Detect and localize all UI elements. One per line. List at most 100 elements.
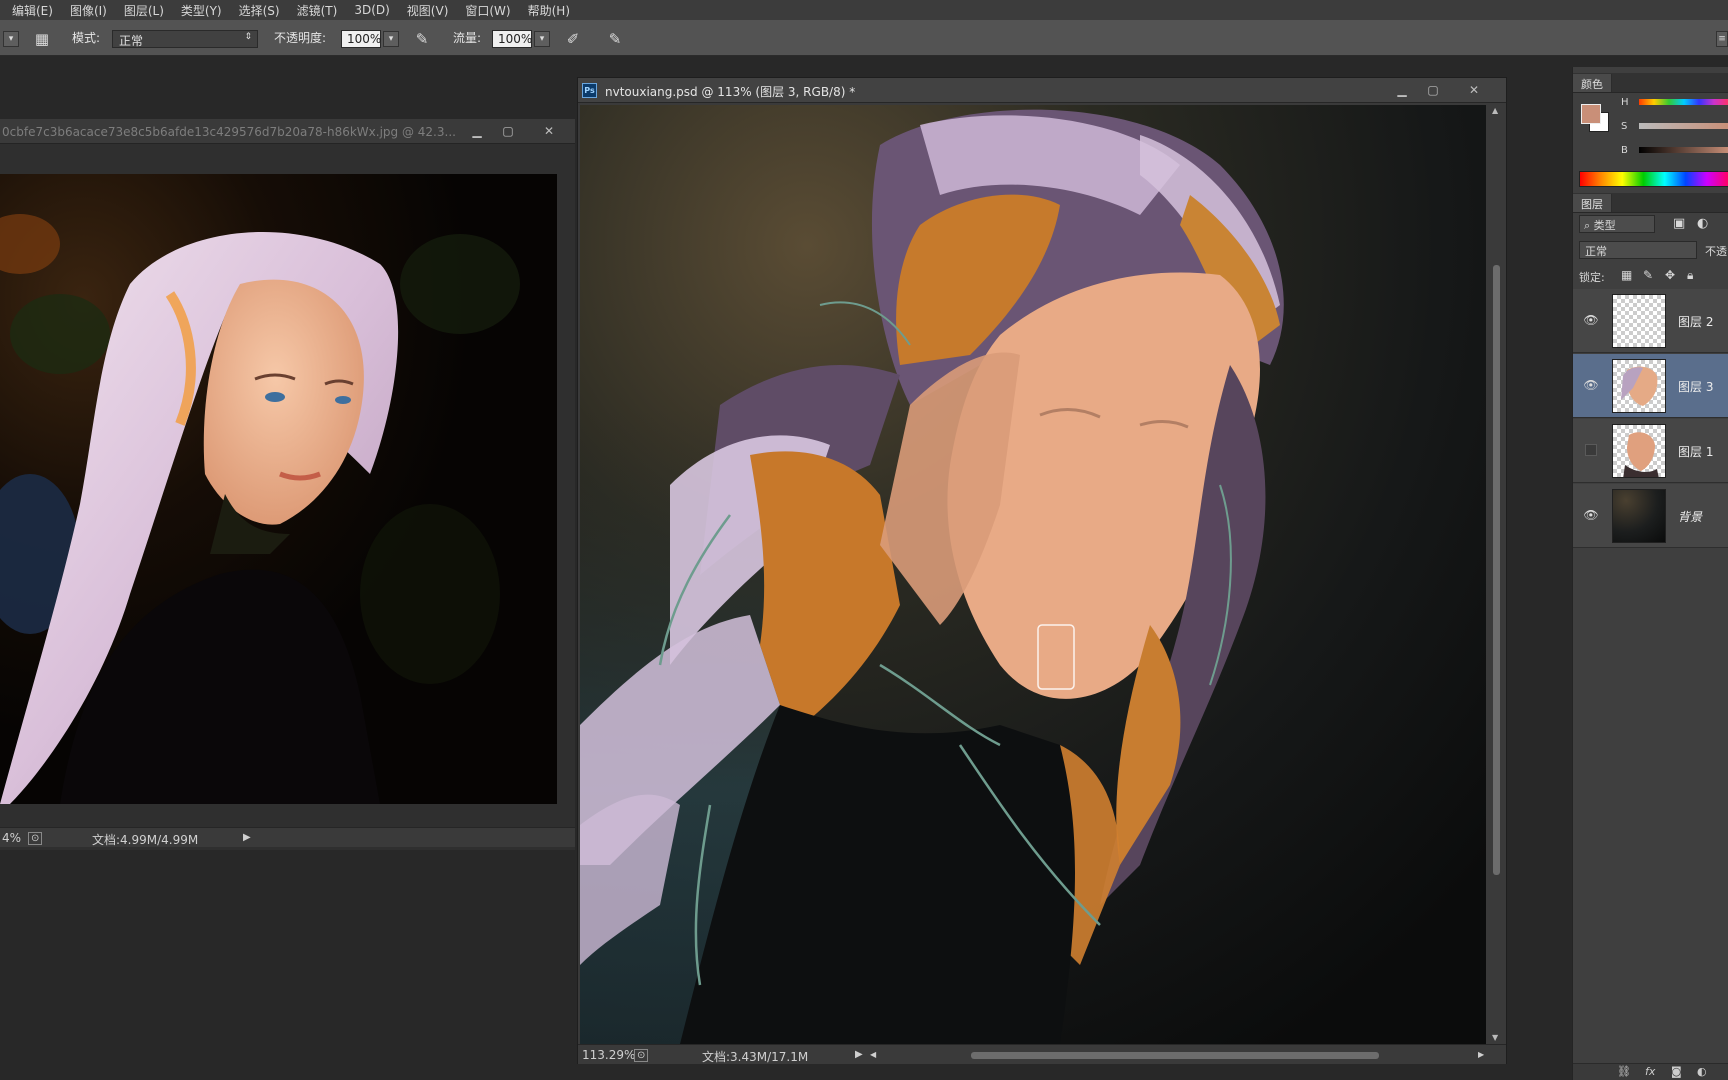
lock-transparency-icon[interactable]: ▦ <box>1621 268 1632 282</box>
layer-row[interactable]: 图层 1 <box>1573 419 1728 483</box>
mode-value: 正常 <box>119 34 144 48</box>
image-filter-icon[interactable]: ▣ <box>1673 216 1685 231</box>
menu-view[interactable]: 视图(V) <box>407 2 449 19</box>
menu-type[interactable]: 类型(Y) <box>181 2 222 19</box>
layer-thumbnail <box>1612 294 1666 348</box>
status-menu-arrow-icon[interactable]: ▶ <box>855 1049 863 1060</box>
blend-mode-select[interactable]: 正常 <box>1579 241 1697 259</box>
reference-photo-artwork <box>0 174 557 804</box>
main-window-titlebar[interactable]: Ps nvtouxiang.psd @ 113% (图层 3, RGB/8) *… <box>578 78 1506 103</box>
menu-window[interactable]: 窗口(W) <box>465 2 510 19</box>
link-layers-icon[interactable]: ⛓︎ <box>1617 1065 1631 1078</box>
photoshop-icon: Ps <box>582 83 597 98</box>
color-panel-header: 颜色 <box>1573 73 1728 93</box>
layer-name[interactable]: 背景 <box>1678 508 1702 525</box>
pressure-size-icon[interactable]: ✎ <box>605 29 625 49</box>
layer-filter-select[interactable]: ⌕ 类型 <box>1579 215 1655 233</box>
adjustment-layer-icon[interactable]: ◐ <box>1697 1065 1707 1078</box>
saturation-slider[interactable] <box>1639 123 1728 129</box>
layer-row[interactable]: 👁︎ 背景 <box>1573 484 1728 548</box>
lock-brush-icon[interactable]: ✎ <box>1643 268 1653 282</box>
layer-name[interactable]: 图层 1 <box>1678 443 1713 460</box>
menu-select[interactable]: 选择(S) <box>239 2 280 19</box>
vertical-scroll-thumb[interactable] <box>1493 265 1500 875</box>
layer-name[interactable]: 图层 3 <box>1678 378 1713 395</box>
reference-photo[interactable] <box>0 174 557 804</box>
layer-style-icon[interactable]: fx <box>1645 1065 1655 1078</box>
lock-all-icon[interactable]: 🔒︎ <box>1687 268 1693 283</box>
airbrush-icon[interactable]: ✐ <box>563 29 583 49</box>
vertical-scrollbar[interactable]: ▲ ▼ <box>1488 105 1504 1044</box>
layer-opacity-label: 不透 <box>1705 245 1727 258</box>
main-doc-size: 文档:3.43M/17.1M <box>702 1050 809 1064</box>
layers-tab[interactable]: 图层 <box>1573 194 1612 212</box>
layers-footer: ⛓︎ fx ◙ ◐ <box>1573 1063 1728 1080</box>
menu-bar: 编辑(E) 图像(I) 图层(L) 类型(Y) 选择(S) 滤镜(T) 3D(D… <box>0 0 1728 20</box>
flow-input[interactable]: 100% <box>492 30 532 48</box>
foreground-swatch-fill <box>1581 104 1601 124</box>
layer-thumbnail-art <box>1623 432 1659 477</box>
layer-thumbnail-art <box>1621 366 1658 406</box>
layer-thumbnail <box>1612 424 1666 478</box>
flow-label: 流量: <box>453 31 482 45</box>
color-spectrum-ramp[interactable] <box>1579 171 1728 187</box>
reference-doc-size: 文档:4.99M/4.99M <box>92 833 199 847</box>
horizontal-scroll-thumb[interactable] <box>971 1052 1379 1059</box>
main-window-title: nvtouxiang.psd @ 113% (图层 3, RGB/8) * <box>605 85 856 99</box>
menu-filter[interactable]: 滤镜(T) <box>297 2 338 19</box>
chevron-updown-icon: ⇕ <box>244 32 252 42</box>
hue-label: H <box>1621 97 1629 108</box>
adjustment-filter-icon[interactable]: ◐ <box>1697 216 1708 231</box>
layer-row-selected[interactable]: 👁︎ 图层 3 <box>1573 354 1728 418</box>
painting-canvas[interactable] <box>580 105 1486 1044</box>
menu-image[interactable]: 图像(I) <box>70 2 107 19</box>
visibility-eye-icon[interactable]: 👁︎ <box>1583 509 1599 521</box>
saturation-label: S <box>1621 121 1628 132</box>
main-zoom[interactable]: 113.29% <box>582 1048 635 1062</box>
brightness-slider[interactable] <box>1639 147 1728 153</box>
reference-zoom[interactable]: 4% <box>2 831 21 845</box>
blend-mode-value: 正常 <box>1585 245 1607 258</box>
layers-panel-header: 图层 <box>1573 193 1728 213</box>
minimize-icon[interactable]: ▁ <box>467 123 487 139</box>
scroll-right-icon[interactable]: ▶ <box>1478 1050 1484 1059</box>
tool-preset-arrow-icon[interactable]: ▾ <box>3 31 19 47</box>
layer-row[interactable]: 👁︎ 图层 2 <box>1573 289 1728 353</box>
mode-select[interactable]: 正常 ⇕ <box>112 30 258 48</box>
visibility-eye-icon[interactable]: 👁︎ <box>1583 379 1599 391</box>
flow-dropdown-icon[interactable]: ▾ <box>534 31 550 47</box>
hue-slider[interactable] <box>1639 99 1728 105</box>
brush-panel-icon[interactable]: ▦ <box>32 29 52 49</box>
layer-thumbnail <box>1612 489 1666 543</box>
layer-filter-value: 类型 <box>1593 219 1616 232</box>
color-tab[interactable]: 颜色 <box>1573 74 1612 92</box>
minimize-icon[interactable]: ▁ <box>1392 82 1412 98</box>
workspace-switcher-icon[interactable]: ≡ <box>1716 31 1728 47</box>
maximize-icon[interactable]: ▢ <box>498 123 518 139</box>
menu-3d[interactable]: 3D(D) <box>354 3 389 17</box>
layer-name[interactable]: 图层 2 <box>1678 313 1713 330</box>
close-icon[interactable]: ✕ <box>539 123 559 139</box>
close-icon[interactable]: ✕ <box>1464 82 1484 98</box>
menu-edit[interactable]: 编辑(E) <box>12 2 53 19</box>
opacity-dropdown-icon[interactable]: ▾ <box>383 31 399 47</box>
scroll-down-icon[interactable]: ▼ <box>1492 1033 1498 1042</box>
proof-icon[interactable]: ⊙ <box>634 1049 649 1062</box>
right-panel-dock: 颜色 H S B 图层 ⌕ 类型 ▣ ◐ 正常 不透 锁定: ▦ ✎ ✥ 🔒︎ … <box>1572 67 1728 1080</box>
reference-window-titlebar[interactable]: 0cbfe7c3b6acace73e8c5b6afde13c429576d7b2… <box>0 119 575 144</box>
scroll-up-icon[interactable]: ▲ <box>1492 106 1498 115</box>
reference-window-title: 0cbfe7c3b6acace73e8c5b6afde13c429576d7b2… <box>2 125 456 139</box>
scroll-left-icon[interactable]: ◀ <box>870 1050 876 1059</box>
status-menu-arrow-icon[interactable]: ▶ <box>243 832 251 843</box>
menu-layer[interactable]: 图层(L) <box>124 2 164 19</box>
proof-icon[interactable]: ⊙ <box>28 832 43 845</box>
add-mask-icon[interactable]: ◙ <box>1671 1065 1682 1078</box>
lock-move-icon[interactable]: ✥ <box>1665 268 1675 282</box>
main-document-window: Ps nvtouxiang.psd @ 113% (图层 3, RGB/8) *… <box>577 77 1507 1064</box>
menu-help[interactable]: 帮助(H) <box>528 2 570 19</box>
visibility-toggle-off-icon[interactable] <box>1585 444 1597 456</box>
maximize-icon[interactable]: ▢ <box>1423 82 1443 98</box>
visibility-eye-icon[interactable]: 👁︎ <box>1583 314 1599 326</box>
pressure-opacity-icon[interactable]: ✎ <box>412 29 432 49</box>
opacity-input[interactable]: 100% <box>341 30 381 48</box>
